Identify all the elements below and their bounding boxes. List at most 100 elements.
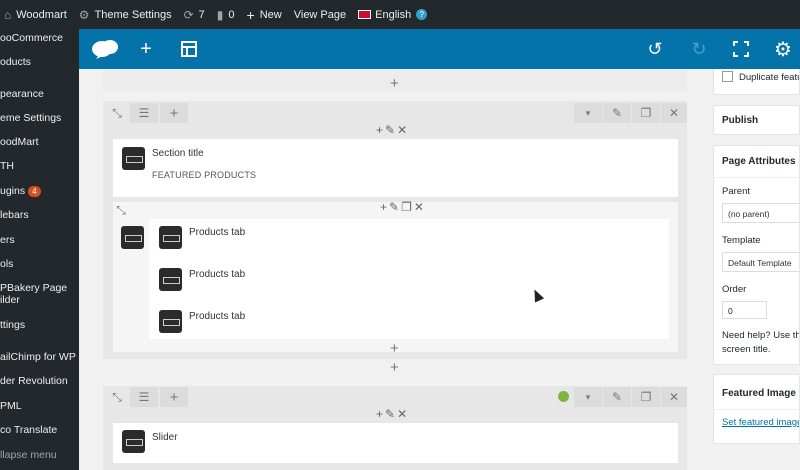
updates-link[interactable]: ⟳ 7 bbox=[178, 0, 211, 29]
add-element-tabs-button[interactable]: + bbox=[390, 340, 399, 357]
order-input[interactable]: 0 bbox=[722, 301, 767, 319]
sidebar-item-mailchimp[interactable]: ailChimp for WP bbox=[0, 351, 76, 363]
row2-column-controls[interactable]: +✎✕ bbox=[376, 407, 409, 421]
sidebar-item-woodmart[interactable]: oodMart bbox=[0, 136, 39, 148]
language-switcher[interactable]: English ? bbox=[352, 0, 433, 29]
products-tab-label-2[interactable]: Products tab bbox=[189, 269, 245, 280]
column-controls[interactable]: +✎✕ bbox=[376, 123, 409, 137]
row-clone-button[interactable]: ❐ bbox=[632, 103, 660, 123]
settings-button[interactable]: ⚙ bbox=[765, 29, 800, 69]
featured-image-title[interactable]: Featured Image bbox=[722, 388, 796, 399]
sidebar-item-loco-translate[interactable]: co Translate bbox=[0, 424, 57, 436]
redo-button[interactable]: ↻ bbox=[681, 29, 717, 69]
editor-side-panel: Duplicate featu Publish Page Attributes … bbox=[713, 69, 800, 470]
row-toggle-button[interactable]: ▾ bbox=[574, 103, 602, 123]
duplicate-checkbox[interactable] bbox=[722, 71, 733, 82]
publish-title[interactable]: Publish bbox=[722, 115, 758, 126]
section-title-icon bbox=[122, 147, 145, 170]
help-text-line-2: screen title. bbox=[722, 344, 771, 355]
admin-sidebar: ooCommerce oducts pearance eme Settings … bbox=[0, 29, 79, 470]
gear-icon: ⚙ bbox=[78, 7, 90, 22]
row2-layout-button[interactable]: ☰ bbox=[130, 387, 158, 407]
plugins-update-badge: 4 bbox=[28, 185, 41, 197]
builder-logo-icon[interactable] bbox=[85, 29, 125, 69]
page-attributes-title[interactable]: Page Attributes bbox=[722, 156, 796, 167]
parent-label: Parent bbox=[722, 186, 750, 197]
help-text-line-1: Need help? Use the bbox=[722, 330, 800, 341]
products-tabs-icon bbox=[121, 226, 144, 249]
uk-flag-icon bbox=[358, 10, 372, 19]
slider-label: Slider bbox=[152, 432, 178, 443]
template-label: Template bbox=[722, 235, 761, 246]
duplicate-box: Duplicate featu bbox=[713, 69, 800, 95]
layout-icon bbox=[181, 41, 197, 57]
tabs-controls[interactable]: +✎❐✕ bbox=[380, 200, 426, 214]
comments-link[interactable]: ▮ 0 bbox=[211, 0, 241, 29]
help-icon[interactable]: ? bbox=[416, 9, 428, 20]
sidebar-item-wpml[interactable]: PML bbox=[0, 400, 22, 412]
row2-edit-button[interactable]: ✎ bbox=[603, 387, 631, 407]
featured-image-box: Featured Image Set featured image bbox=[713, 374, 800, 444]
set-featured-image-link[interactable]: Set featured image bbox=[722, 417, 799, 428]
sidebar-item-slider-revolution[interactable]: der Revolution bbox=[0, 375, 68, 387]
sidebar-item-woocommerce[interactable]: ooCommerce bbox=[0, 32, 63, 44]
row2-clone-button[interactable]: ❐ bbox=[632, 387, 660, 407]
row-edit-button[interactable]: ✎ bbox=[603, 103, 631, 123]
sidebar-item-wpbakery[interactable]: PBakery Page ilder bbox=[0, 282, 67, 306]
home-icon: ⌂ bbox=[4, 7, 12, 22]
sidebar-item-products[interactable]: oducts bbox=[0, 56, 31, 68]
row2-status-dot bbox=[558, 391, 569, 402]
order-label: Order bbox=[722, 284, 747, 295]
divider bbox=[714, 177, 799, 178]
slider-icon bbox=[122, 430, 145, 453]
sidebar-item-tools[interactable]: ols bbox=[0, 258, 13, 270]
add-element-row-button[interactable]: + bbox=[390, 359, 399, 376]
templates-button[interactable] bbox=[171, 29, 207, 69]
products-tab-icon-3 bbox=[159, 310, 182, 333]
builder-canvas: + ⤡ ☰ + ▾ ✎ ❐ ✕ +✎✕ Section title FEATUR… bbox=[94, 69, 694, 470]
tabs-move-icon[interactable]: ⤡ bbox=[114, 200, 128, 220]
row-move-icon[interactable]: ⤡ bbox=[108, 103, 126, 123]
row2-toggle-button[interactable]: ▾ bbox=[574, 387, 602, 407]
page-builder-toolbar: + ↺ ↻ ⚙ bbox=[79, 29, 800, 69]
section-title-subtitle: FEATURED PRODUCTS bbox=[152, 170, 257, 180]
row-add-column-button[interactable]: + bbox=[160, 103, 188, 123]
comment-icon: ▮ bbox=[216, 7, 224, 22]
sidebar-item-th[interactable]: TH bbox=[0, 160, 14, 172]
template-select[interactable]: Default Template bbox=[722, 252, 799, 272]
refresh-icon: ⟳ bbox=[183, 7, 194, 22]
plus-icon: + bbox=[246, 6, 255, 23]
sidebar-item-users[interactable]: ers bbox=[0, 234, 15, 246]
section-title-label: Section title bbox=[152, 148, 204, 159]
products-tab-icon-2 bbox=[159, 268, 182, 291]
fullscreen-button[interactable] bbox=[723, 29, 759, 69]
row2-delete-button[interactable]: ✕ bbox=[661, 387, 687, 407]
row-delete-button[interactable]: ✕ bbox=[661, 103, 687, 123]
slider-element[interactable] bbox=[113, 423, 678, 463]
site-name-link[interactable]: ⌂ Woodmart bbox=[0, 0, 73, 29]
sidebar-item-sidebars[interactable]: lebars bbox=[0, 209, 29, 221]
products-tab-icon-1 bbox=[159, 226, 182, 249]
products-tab-label-3[interactable]: Products tab bbox=[189, 311, 245, 322]
row2-add-column-button[interactable]: + bbox=[160, 387, 188, 407]
new-content-link[interactable]: + New bbox=[241, 0, 288, 29]
undo-button[interactable]: ↺ bbox=[637, 29, 673, 69]
sidebar-item-theme-settings[interactable]: eme Settings bbox=[0, 112, 61, 124]
divider bbox=[714, 409, 799, 410]
theme-settings-link[interactable]: ⚙ Theme Settings bbox=[73, 0, 178, 29]
sidebar-item-appearance[interactable]: pearance bbox=[0, 88, 44, 100]
row2-move-icon[interactable]: ⤡ bbox=[108, 387, 126, 407]
row-layout-button[interactable]: ☰ bbox=[130, 103, 158, 123]
products-tab-label-1[interactable]: Products tab bbox=[189, 227, 245, 238]
expand-icon bbox=[733, 41, 749, 57]
view-page-link[interactable]: View Page bbox=[288, 0, 352, 29]
page-attributes-box: Page Attributes Parent (no parent) Templ… bbox=[713, 145, 800, 365]
duplicate-label: Duplicate featu bbox=[739, 72, 800, 83]
collapse-menu-button[interactable]: llapse menu bbox=[0, 449, 57, 461]
add-element-button[interactable]: + bbox=[128, 29, 164, 69]
sidebar-item-settings[interactable]: ttings bbox=[0, 319, 25, 331]
add-row-button[interactable]: + bbox=[390, 75, 399, 92]
parent-select[interactable]: (no parent) bbox=[722, 203, 799, 223]
sidebar-item-plugins[interactable]: ugins 4 bbox=[0, 185, 41, 197]
admin-bar: ⌂ Woodmart ⚙ Theme Settings ⟳ 7 ▮ 0 + Ne… bbox=[0, 0, 800, 29]
